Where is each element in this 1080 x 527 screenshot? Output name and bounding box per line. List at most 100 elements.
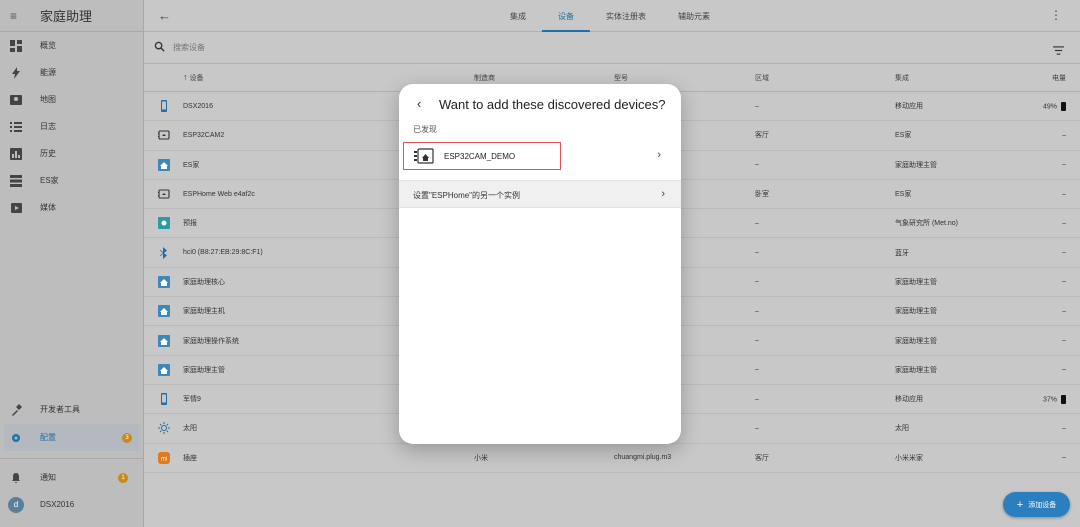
- sidebar-item-dev-tools[interactable]: 开发者工具: [0, 396, 144, 423]
- list-icon: [10, 121, 22, 133]
- sidebar-item-4[interactable]: 历史: [0, 140, 143, 167]
- sidebar: ≡ 家庭助理 概览 能源 地图 日志 历史 ES家 媒体 开发者工具 配置 3 通知 1 d…: [0, 0, 144, 527]
- device-area: –: [755, 424, 759, 432]
- device-name: 家庭助理主管: [183, 366, 225, 374]
- discovered-devices-dialog: ‹ Want to add these discovered devices? …: [399, 84, 681, 444]
- device-name: 家庭助理操作系统: [183, 337, 239, 345]
- tab-2[interactable]: 实体注册表: [590, 0, 662, 32]
- sidebar-item-2[interactable]: 地图: [0, 86, 143, 113]
- phone-icon: [158, 393, 170, 406]
- sidebar-item-0[interactable]: 概览: [0, 32, 143, 59]
- device-integration: 家庭助理主管: [895, 161, 937, 169]
- home-icon: [158, 158, 170, 171]
- back-arrow-icon[interactable]: ←: [158, 8, 171, 23]
- device-battery: 49%: [1043, 101, 1066, 111]
- device-battery: –: [1062, 278, 1066, 286]
- device-name: ES家: [183, 161, 200, 169]
- sidebar-item-label: 历史: [40, 149, 56, 158]
- avatar: d: [8, 496, 24, 513]
- header-battery[interactable]: 电量: [1052, 73, 1066, 83]
- battery-icon: [1061, 101, 1066, 111]
- sidebar-item-notifications[interactable]: 通知 1: [0, 464, 144, 491]
- table-row[interactable]: mi 插座 小米 chuangmi.plug.m3 客厅 小米米家 –: [144, 444, 1080, 473]
- sort-arrow-icon: ↑: [183, 72, 188, 82]
- sidebar-item-label: 日志: [40, 122, 56, 131]
- dialog-header: ‹ Want to add these discovered devices?: [399, 84, 681, 124]
- device-name: DSX2016: [183, 102, 213, 110]
- home-icon: [158, 334, 170, 347]
- device-battery: –: [1062, 424, 1066, 432]
- device-name: 插座: [183, 454, 197, 462]
- chevron-right-icon: ›: [657, 149, 661, 161]
- add-device-button[interactable]: + 添加设备: [1003, 492, 1070, 517]
- device-area: –: [755, 102, 759, 110]
- user-name: DSX2016: [40, 500, 75, 509]
- device-area: 卧室: [755, 191, 769, 199]
- sidebar-item-5[interactable]: ES家: [0, 167, 143, 194]
- sidebar-item-3[interactable]: 日志: [0, 113, 143, 140]
- search-input[interactable]: [173, 43, 473, 52]
- device-area: –: [755, 395, 759, 403]
- tab-3[interactable]: 辅助元素: [662, 0, 726, 32]
- sidebar-item-label: 能源: [40, 68, 56, 77]
- media-icon: [10, 202, 22, 214]
- device-integration: 家庭助理主管: [895, 366, 937, 374]
- setup-another-instance-label: 设置"ESPHome"的另一个实例: [413, 191, 521, 200]
- device-name: 军情9: [183, 396, 201, 404]
- svg-text:mi: mi: [161, 456, 167, 462]
- device-area: 客厅: [755, 454, 769, 462]
- header-model[interactable]: 型号: [614, 73, 628, 83]
- dashboard-icon: [10, 39, 22, 52]
- chevron-left-icon[interactable]: ‹: [417, 96, 421, 111]
- device-name: 预报: [183, 220, 197, 228]
- sidebar-item-1[interactable]: 能源: [0, 59, 143, 86]
- device-integration: ES家: [895, 191, 912, 199]
- device-integration: 蓝牙: [895, 249, 909, 257]
- tab-1[interactable]: 设备: [542, 0, 590, 32]
- sidebar-item-config[interactable]: 配置 3: [4, 424, 140, 451]
- device-battery: –: [1062, 190, 1066, 198]
- device-integration: 家庭助理主管: [895, 337, 937, 345]
- dialog-subtitle: 已发现: [413, 125, 437, 134]
- home-icon: [158, 275, 170, 288]
- filter-icon[interactable]: [1053, 42, 1064, 60]
- device-name: hci0 (B8:27:EB:29:8C:F1): [183, 249, 263, 257]
- device-name: 太阳: [183, 425, 197, 433]
- chart-icon: [10, 147, 22, 160]
- lightning-icon: [10, 66, 22, 79]
- device-battery: –: [1062, 307, 1066, 315]
- device-integration: 气象研究所 (Met.no): [895, 220, 959, 228]
- sidebar-item-label: 通知: [40, 473, 56, 482]
- device-battery: –: [1062, 337, 1066, 345]
- sidebar-item-label: 地图: [40, 95, 56, 104]
- device-integration: ES家: [895, 132, 912, 140]
- sun-icon: [158, 422, 170, 435]
- tab-bar: 集成 设备 实体注册表 辅助元素: [494, 0, 726, 32]
- sidebar-item-label: ES家: [40, 176, 59, 185]
- bell-icon: [10, 472, 22, 484]
- phone-icon: [158, 100, 170, 113]
- header-area[interactable]: 区域: [755, 73, 769, 83]
- sidebar-item-label: 配置: [40, 433, 56, 442]
- header-name[interactable]: ↑ 设备: [183, 72, 203, 83]
- header-maker[interactable]: 制造商: [474, 73, 495, 83]
- device-integration: 家庭助理主管: [895, 278, 937, 286]
- weather-icon: [158, 217, 170, 230]
- device-battery: –: [1062, 454, 1066, 462]
- device-area: –: [755, 337, 759, 345]
- header-integration[interactable]: 集成: [895, 73, 909, 83]
- more-options-icon[interactable]: ⋮: [1050, 8, 1062, 22]
- sidebar-item-user[interactable]: d DSX2016: [0, 491, 144, 518]
- device-integration: 小米米家: [895, 454, 923, 462]
- device-battery: –: [1062, 131, 1066, 139]
- device-name: 家庭助理核心: [183, 278, 225, 286]
- sidebar-item-6[interactable]: 媒体: [0, 194, 143, 221]
- tab-0[interactable]: 集成: [494, 0, 542, 32]
- setup-another-instance-item[interactable]: 设置"ESPHome"的另一个实例 ›: [399, 180, 681, 208]
- menu-icon[interactable]: ≡: [10, 9, 24, 23]
- device-area: –: [755, 219, 759, 227]
- discovered-device-item[interactable]: ESP32CAM_DEMO ›: [403, 142, 677, 170]
- device-model: chuangmi.plug.m3: [614, 454, 672, 462]
- device-integration: 家庭助理主管: [895, 308, 937, 316]
- device-battery: –: [1062, 366, 1066, 374]
